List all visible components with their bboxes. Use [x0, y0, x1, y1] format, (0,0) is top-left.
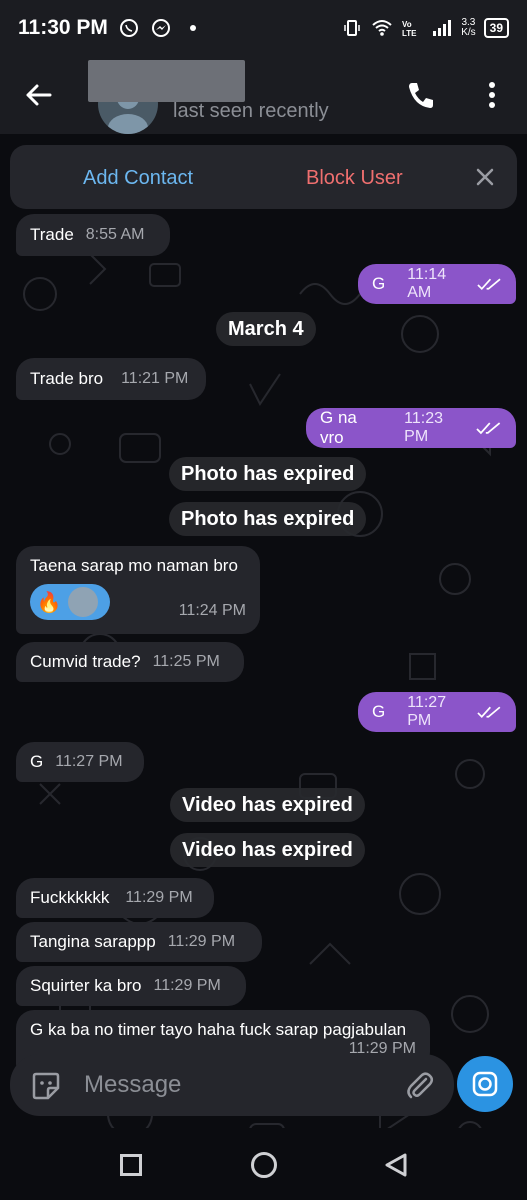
paperclip-icon	[407, 1072, 433, 1099]
close-bar-button[interactable]	[473, 165, 497, 189]
message-text: G	[372, 702, 386, 721]
whatsapp-icon	[118, 17, 140, 39]
message-time: 11:27 PM	[55, 753, 123, 770]
expired-media-notice: Video has expired	[170, 788, 365, 822]
message-text: Trade bro	[30, 369, 104, 388]
reaction-chip[interactable]: 🔥	[30, 584, 110, 620]
read-ticks-icon	[477, 706, 501, 719]
message-text: G	[372, 274, 386, 293]
expired-media-notice: Photo has expired	[169, 502, 367, 536]
message-incoming[interactable]: Tangina sarappp 11:29 PM	[16, 922, 262, 962]
message-time: 11:24 PM	[178, 602, 246, 619]
back-button[interactable]	[22, 78, 56, 112]
status-time: 11:30 PM	[18, 16, 108, 39]
chat-header: last seen recently	[0, 56, 527, 134]
vibrate-icon	[341, 17, 363, 39]
message-outgoing[interactable]: G na vro 11:23 PM	[306, 408, 516, 448]
message-text: Squirter ka bro	[30, 976, 142, 995]
messenger-icon	[150, 17, 172, 39]
fire-reaction-icon: 🔥	[36, 591, 62, 614]
message-text: Trade	[30, 225, 74, 244]
message-incoming[interactable]: Trade 8:55 AM	[16, 214, 170, 256]
contact-name-redacted[interactable]	[88, 60, 245, 102]
message-time: 11:14 AM	[407, 266, 447, 301]
camera-button[interactable]	[457, 1056, 513, 1112]
message-time: 11:29 PM	[125, 889, 193, 906]
message-incoming[interactable]: Squirter ka bro 11:29 PM	[16, 966, 246, 1006]
signal-icon	[431, 17, 453, 39]
back-triangle-icon	[385, 1153, 407, 1177]
add-contact-button[interactable]: Add Contact	[83, 167, 193, 190]
message-time: 11:29 PM	[167, 933, 236, 950]
last-seen-status: last seen recently	[173, 100, 329, 122]
message-time: 11:25 PM	[152, 653, 220, 670]
wifi-icon	[371, 17, 393, 39]
svg-text:LTE: LTE	[402, 29, 417, 38]
block-user-button[interactable]: Block User	[306, 167, 403, 190]
message-text: Cumvid trade?	[30, 652, 141, 671]
reactor-avatar	[68, 587, 98, 617]
close-icon	[476, 168, 494, 186]
home-button[interactable]	[251, 1152, 277, 1178]
message-incoming[interactable]: Cumvid trade? 11:25 PM	[16, 642, 244, 682]
message-composer	[10, 1054, 454, 1116]
message-text: G ka ba no timer tayo haha fuck sarap pa…	[30, 1020, 407, 1039]
message-text: Tangina sarappp	[30, 932, 156, 951]
message-time: 11:23 PM	[404, 410, 444, 445]
status-bar: 11:30 PM Vo LTE 3.3 K/s 39	[0, 0, 527, 56]
camera-icon	[472, 1071, 498, 1097]
message-time: 11:29 PM	[153, 977, 221, 994]
battery-indicator: 39	[483, 18, 509, 38]
message-incoming[interactable]: Fuckkkkkk 11:29 PM	[16, 878, 214, 918]
message-outgoing[interactable]: G 11:14 AM	[358, 264, 516, 304]
system-back-button[interactable]	[383, 1152, 409, 1178]
more-vert-icon	[489, 82, 495, 108]
message-outgoing[interactable]: G 11:27 PM	[358, 692, 516, 732]
attach-button[interactable]	[402, 1068, 436, 1102]
system-nav-bar	[0, 1128, 527, 1200]
recents-button[interactable]	[120, 1154, 142, 1176]
message-input[interactable]	[84, 1066, 384, 1104]
message-text: G	[30, 752, 44, 771]
volte-icon: Vo LTE	[401, 17, 423, 39]
message-time: 11:21 PM	[121, 370, 189, 387]
message-incoming[interactable]: Trade bro 11:21 PM	[16, 358, 206, 400]
message-incoming[interactable]: Taena sarap mo naman bro 🔥 11:24 PM	[16, 546, 260, 634]
message-text: Fuckkkkkk	[30, 888, 110, 907]
message-time: 11:27 PM	[407, 694, 447, 729]
date-divider: March 4	[216, 312, 316, 346]
dot-icon	[182, 17, 204, 39]
message-text: G na vro	[320, 408, 357, 447]
back-arrow-icon	[26, 84, 52, 106]
contact-action-bar: Add Contact Block User	[10, 145, 517, 209]
more-options-button[interactable]	[478, 78, 506, 112]
expired-media-notice: Photo has expired	[169, 457, 367, 491]
message-text: Taena sarap mo naman bro	[30, 556, 238, 575]
sticker-icon	[32, 1072, 60, 1100]
read-ticks-icon	[476, 422, 501, 435]
read-ticks-icon	[477, 278, 501, 291]
call-button[interactable]	[404, 78, 438, 112]
expired-media-notice: Video has expired	[170, 833, 365, 867]
net-speed: 3.3 K/s	[461, 18, 475, 38]
message-time: 8:55 AM	[85, 226, 145, 243]
sticker-button[interactable]	[30, 1070, 62, 1102]
svg-text:Vo: Vo	[402, 20, 412, 29]
phone-icon	[409, 83, 433, 108]
message-incoming[interactable]: G 11:27 PM	[16, 742, 144, 782]
net-speed-unit: K/s	[461, 27, 476, 38]
